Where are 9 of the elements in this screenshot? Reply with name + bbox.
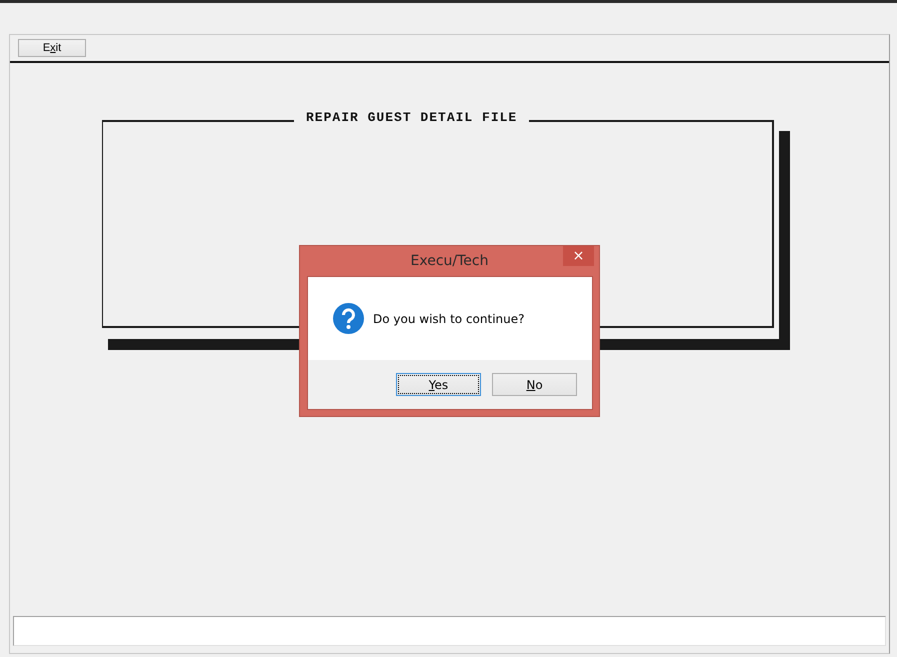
frame-title: REPAIR GUEST DETAIL FILE: [294, 110, 530, 125]
dialog-message: Do you wish to continue?: [373, 312, 524, 326]
dialog-title: Execu/Tech: [410, 253, 488, 269]
exit-button[interactable]: Exit: [18, 39, 86, 57]
question-icon: [333, 303, 364, 334]
no-button[interactable]: No: [492, 373, 577, 396]
close-button[interactable]: ×: [563, 246, 594, 266]
yes-button[interactable]: Yes: [396, 373, 481, 396]
status-field[interactable]: [13, 616, 886, 646]
